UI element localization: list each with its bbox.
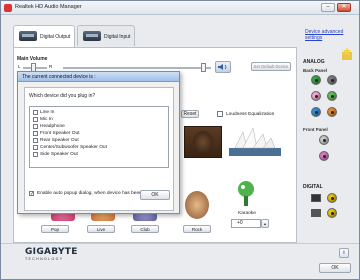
option-label: Front Speaker Out — [40, 131, 80, 136]
jack-sidebar: ANALOG Back Panel Front Panel DIGITAL — [301, 47, 353, 243]
device-options-list: Line In Mic In Headphone Front Speaker O… — [29, 106, 169, 168]
balance-right-label: R — [49, 64, 53, 69]
reset-button[interactable]: Reset — [181, 110, 199, 118]
front-jack-headphone[interactable] — [319, 135, 329, 145]
karaoke-value-display: +0 — [231, 219, 261, 228]
back-jack-line-in[interactable] — [327, 91, 337, 101]
gigabyte-logo-sub: TECHNOLOGY — [25, 257, 64, 261]
back-jack-line-out[interactable] — [311, 75, 321, 85]
realtek-app-icon — [4, 4, 12, 12]
loudness-equalization-checkbox[interactable] — [217, 111, 223, 117]
title-bar: Realtek HD Audio Manager – ✕ — [1, 1, 359, 15]
back-jack-rear-out[interactable] — [327, 107, 337, 117]
tab-digital-input[interactable]: Digital Input — [77, 25, 135, 46]
rock-button[interactable]: Rock — [183, 225, 211, 233]
auto-popup-checkbox[interactable]: ✓ — [29, 191, 34, 197]
gigabyte-logo: GIGABYTE — [25, 247, 78, 257]
digital-coaxial-jack-2[interactable] — [327, 208, 337, 218]
option-checkbox[interactable] — [33, 145, 38, 150]
front-jack-mic[interactable] — [319, 151, 329, 161]
rock-preset-image[interactable] — [185, 191, 209, 219]
dialog-ok-button[interactable]: OK — [140, 190, 170, 200]
set-default-device-button[interactable]: Set Default Device — [251, 62, 291, 71]
option-label: Line In — [40, 110, 55, 115]
dialog-title-bar: The current connected device is : — [18, 72, 179, 82]
minimize-button[interactable]: – — [321, 3, 335, 12]
back-jack-mic-in[interactable] — [311, 91, 321, 101]
speaker-device-icon — [19, 31, 37, 41]
option-checkbox[interactable] — [33, 138, 38, 143]
connected-device-dialog: The current connected device is : Which … — [17, 71, 180, 214]
option-label: Center/Subwoofer Speaker Out — [40, 145, 107, 150]
back-jack-center[interactable] — [311, 107, 321, 117]
volume-slider-thumb[interactable] — [201, 63, 206, 72]
device-advanced-settings-link[interactable]: Device advanced settings — [305, 29, 353, 41]
window-title: Realtek HD Audio Manager — [15, 4, 82, 10]
option-checkbox[interactable] — [33, 131, 38, 136]
option-label: Side Speaker Out — [40, 152, 78, 157]
opera-house-image[interactable] — [229, 126, 281, 156]
dialog-question: Which device did you plug in? — [29, 93, 96, 99]
digital-coaxial-jack[interactable] — [327, 193, 337, 203]
tab-label: Digital Input — [104, 34, 131, 40]
karaoke-icon — [238, 181, 254, 206]
loudness-equalization-label: Loudness Equalization — [226, 112, 275, 117]
option-checkbox[interactable] — [33, 152, 38, 157]
ok-button[interactable]: OK — [319, 263, 351, 273]
option-label: Rear Speaker Out — [40, 138, 79, 143]
back-panel-label: Back Panel — [303, 68, 328, 73]
audio-manager-window: Realtek HD Audio Manager – ✕ Digital Out… — [0, 0, 360, 280]
option-label: Headphone — [40, 124, 65, 129]
back-jack-side-out[interactable] — [327, 75, 337, 85]
karaoke-label: Karaoke — [238, 211, 256, 216]
front-panel-label: Front Panel — [303, 127, 328, 132]
speaker-device-icon — [83, 31, 101, 41]
option-checkbox[interactable] — [33, 124, 38, 129]
info-icon[interactable]: i — [339, 248, 349, 258]
tab-digital-output[interactable]: Digital Output — [13, 25, 75, 47]
main-volume-label: Main Volume — [17, 56, 48, 62]
dialog-title: The current connected device is : — [22, 74, 96, 80]
digital-heading: DIGITAL — [303, 184, 323, 190]
tab-label: Digital Output — [40, 34, 71, 40]
karaoke-stepper[interactable]: ▴ — [261, 219, 269, 228]
volume-slider-track[interactable] — [63, 67, 211, 69]
mute-speaker-icon[interactable] — [215, 61, 231, 73]
balance-left-label: L — [18, 64, 21, 69]
live-button[interactable]: Live — [87, 225, 115, 233]
option-checkbox[interactable] — [33, 117, 38, 122]
option-label: Mic In — [40, 117, 53, 122]
club-button[interactable]: Club — [131, 225, 159, 233]
environment-room-image[interactable] — [184, 126, 222, 158]
option-checkbox[interactable] — [33, 110, 38, 115]
digital-spdif-port-icon[interactable] — [311, 209, 321, 217]
close-button[interactable]: ✕ — [337, 3, 351, 12]
folder-star-icon[interactable] — [341, 47, 353, 61]
analog-heading: ANALOG — [303, 59, 325, 65]
pop-button[interactable]: Pop — [41, 225, 69, 233]
digital-optical-port-icon[interactable] — [311, 194, 321, 202]
